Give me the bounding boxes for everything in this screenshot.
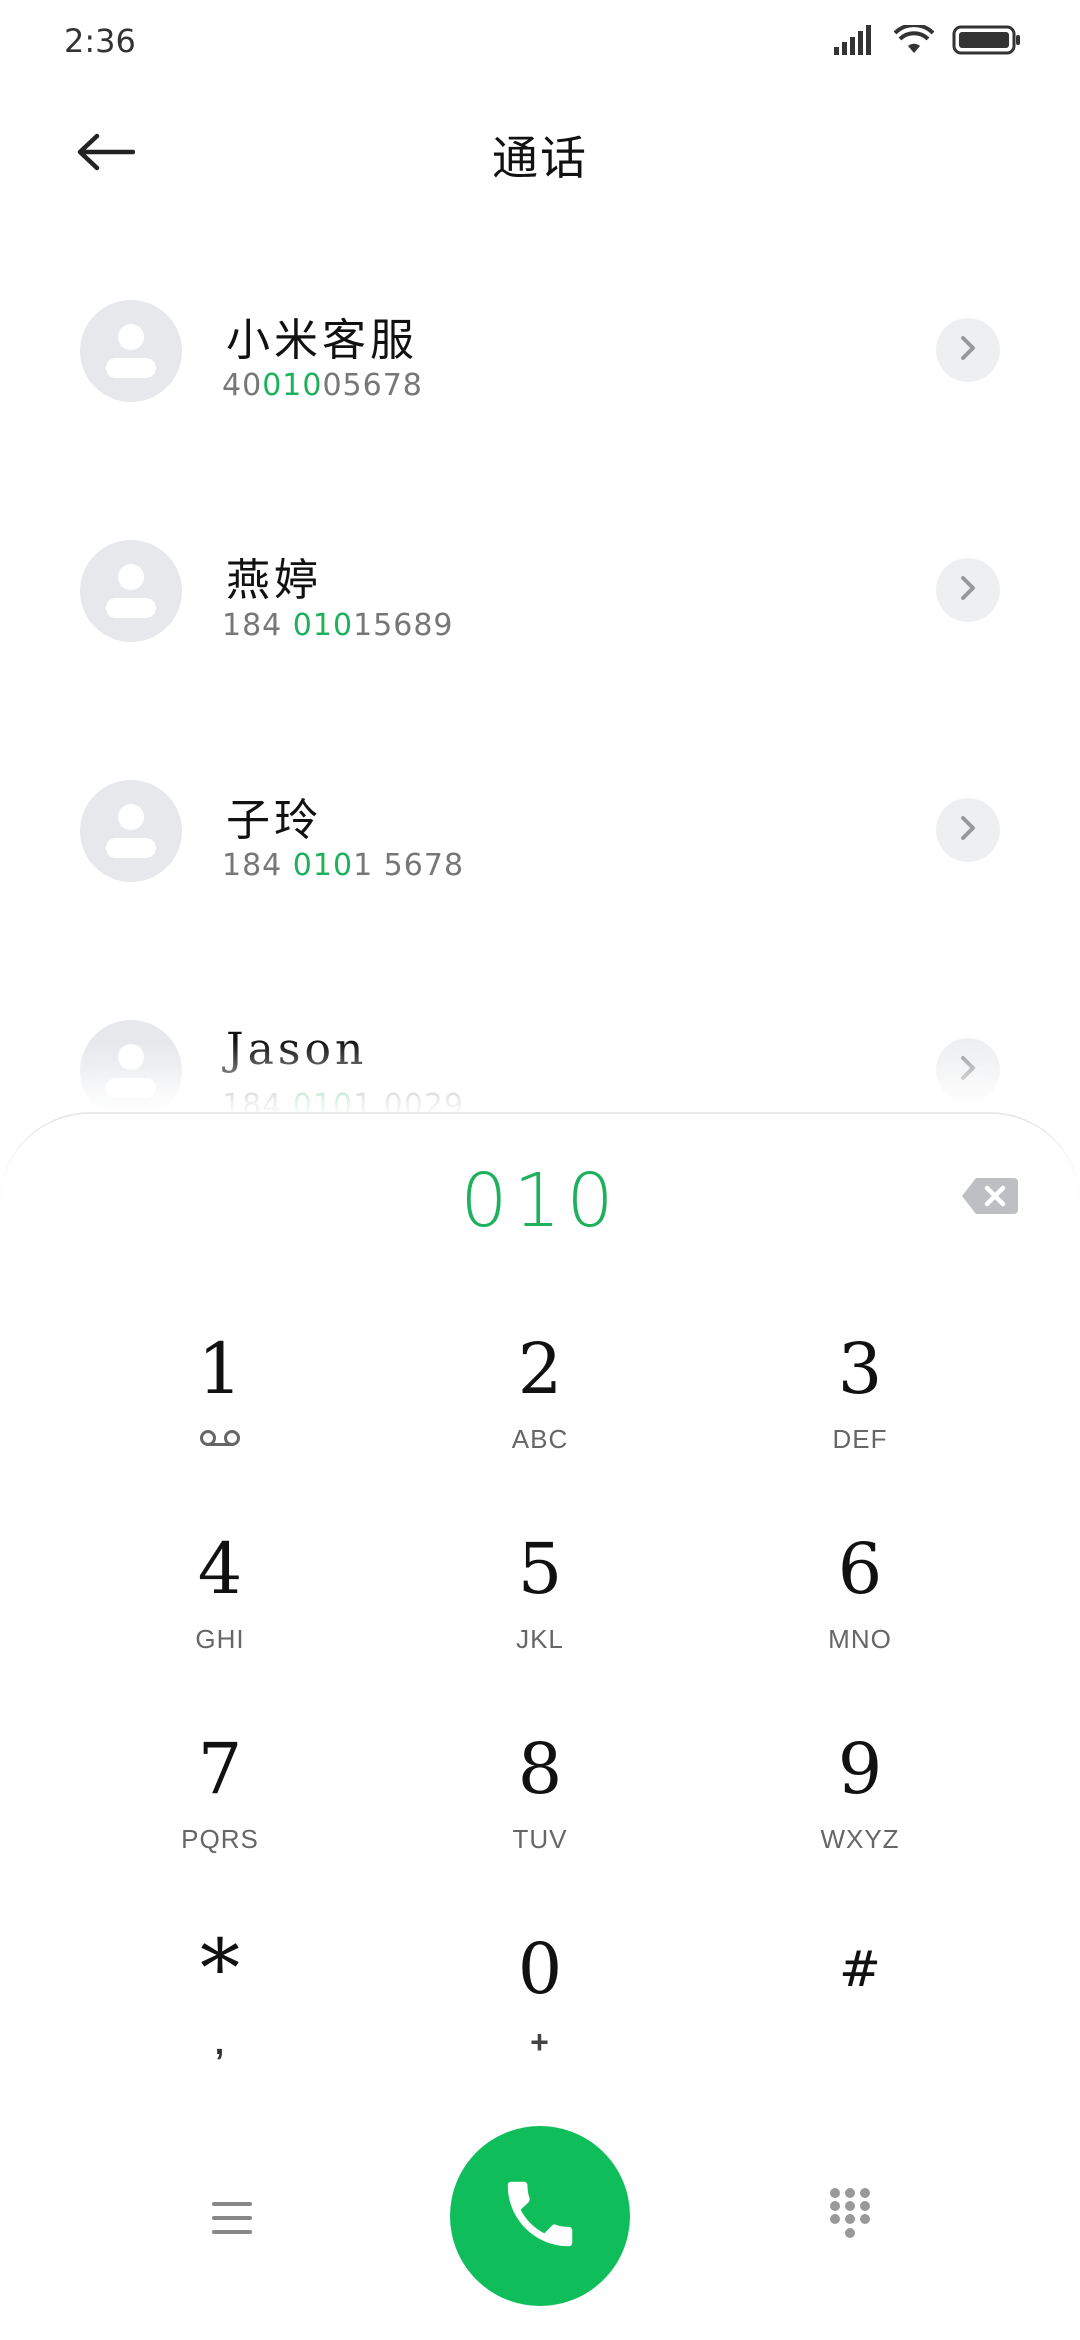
menu-icon (210, 2198, 254, 2242)
signal-icon (834, 25, 876, 55)
key-letters: + (530, 2024, 550, 2060)
key-digit: 9 (837, 1728, 883, 1810)
backspace-icon (960, 1178, 1020, 1222)
dialpad-icon (828, 2187, 872, 2245)
key-9[interactable]: 9 WXYZ (730, 1724, 990, 1904)
status-time: 2:36 (64, 22, 136, 60)
key-digit: 4 (197, 1528, 243, 1610)
dialer-screen: 2:36 通话 小米客服 4001005678 燕婷 184 01015689 … (0, 0, 1080, 2340)
contact-detail-button[interactable] (936, 318, 1000, 382)
contact-name: Jason (226, 1024, 368, 1075)
key-6[interactable]: 6 MNO (730, 1524, 990, 1704)
key-7[interactable]: 7 PQRS (90, 1724, 350, 1904)
key-2[interactable]: 2 ABC (410, 1324, 670, 1504)
contact-detail-button[interactable] (936, 798, 1000, 862)
key-digit: 7 (197, 1728, 243, 1810)
key-letters: GHI (195, 1624, 245, 1654)
avatar (80, 780, 182, 882)
keypad-toggle-button[interactable] (810, 2176, 890, 2256)
menu-button[interactable] (192, 2190, 272, 2250)
key-1[interactable]: 1 (90, 1324, 350, 1504)
voicemail-icon (198, 1424, 242, 1455)
contact-name: 燕婷 (226, 555, 322, 606)
avatar (80, 300, 182, 402)
contact-detail-button[interactable] (936, 1038, 1000, 1102)
key-8[interactable]: 8 TUV (410, 1724, 670, 1904)
key-digit: 2 (517, 1328, 563, 1410)
wifi-icon (894, 25, 934, 55)
contact-number: 4001005678 (222, 368, 423, 403)
key-digit: # (839, 1940, 881, 1998)
status-icons (834, 24, 1022, 56)
key-letters: WXYZ (820, 1824, 900, 1854)
key-digit: 6 (837, 1528, 883, 1610)
contact-row[interactable]: 小米客服 4001005678 (0, 250, 1080, 450)
key-digit: 1 (197, 1328, 243, 1410)
key-5[interactable]: 5 JKL (410, 1524, 670, 1704)
status-bar: 2:36 (0, 0, 1080, 90)
delete-button[interactable] (960, 1174, 1020, 1218)
dialed-number[interactable]: 010 (0, 1158, 1080, 1244)
key-letters: , (214, 2024, 226, 2062)
avatar (80, 540, 182, 642)
contact-name: 子玲 (226, 795, 322, 846)
key-letters: TUV (512, 1824, 568, 1854)
dialer-panel: 010 1 2 ABC 3 DEF 4 GHI 5 JKL 6 MNO 7 PQ… (0, 1112, 1080, 2340)
key-digit: 3 (837, 1328, 883, 1410)
chevron-right-icon (956, 573, 980, 607)
key-letters: JKL (516, 1624, 564, 1654)
contact-number: 184 0101 5678 (222, 848, 465, 883)
key-4[interactable]: 4 GHI (90, 1524, 350, 1704)
chevron-right-icon (956, 333, 980, 367)
key-letters: PQRS (181, 1824, 259, 1854)
key-digit: 8 (517, 1728, 563, 1810)
contact-detail-button[interactable] (936, 558, 1000, 622)
header: 通话 (0, 100, 1080, 210)
key-letters: DEF (832, 1424, 888, 1454)
chevron-right-icon (956, 813, 980, 847)
key-letters: MNO (828, 1624, 892, 1654)
contact-number: 184 01015689 (222, 608, 454, 643)
key-hash[interactable]: # (730, 1924, 990, 2104)
page-title: 通话 (492, 131, 588, 185)
key-digit: * (200, 1922, 240, 2015)
key-letters: ABC (511, 1424, 569, 1454)
contact-name: 小米客服 (226, 315, 418, 366)
phone-icon (497, 2171, 583, 2261)
battery-icon (952, 24, 1022, 56)
key-0[interactable]: 0 + (410, 1924, 670, 2104)
contact-row[interactable]: 燕婷 184 01015689 (0, 490, 1080, 690)
key-3[interactable]: 3 DEF (730, 1324, 990, 1504)
key-digit: 0 (517, 1928, 563, 2010)
avatar (80, 1020, 182, 1122)
chevron-right-icon (956, 1053, 980, 1087)
key-digit: 5 (517, 1528, 563, 1610)
key-star[interactable]: * , (90, 1924, 350, 2104)
dialer-bottom-bar (0, 2118, 1080, 2318)
call-button[interactable] (450, 2126, 630, 2306)
contact-row[interactable]: 子玲 184 0101 5678 (0, 730, 1080, 930)
